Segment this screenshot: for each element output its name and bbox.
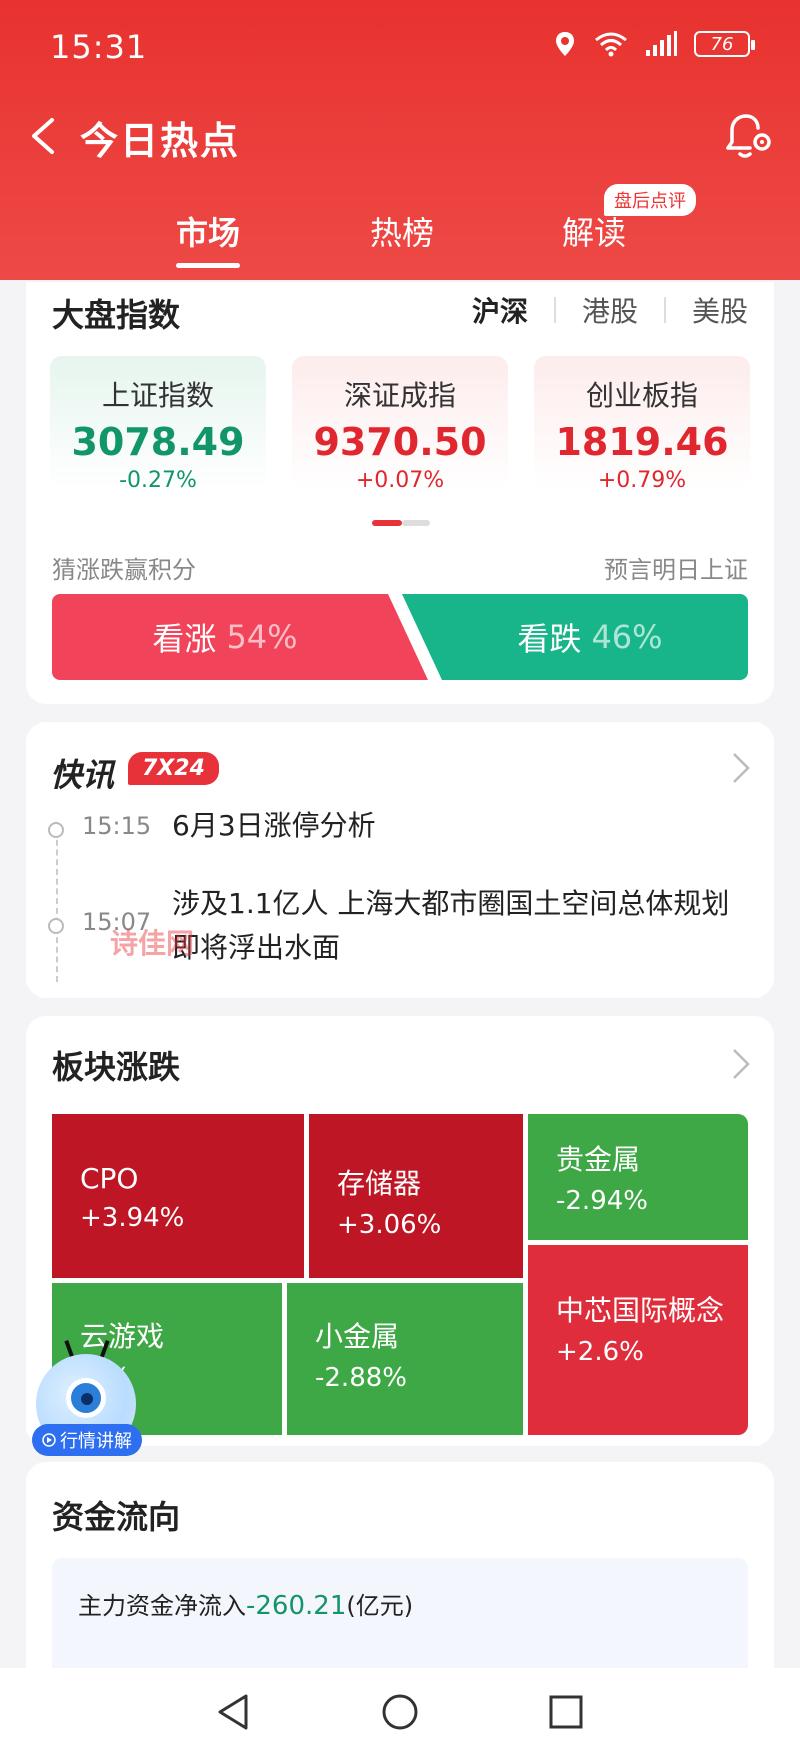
section-title: 资金流向 — [52, 1498, 181, 1536]
market-index-card: 大盘指数 沪深 港股 美股 上证指数 3078.49 -0.27% 深证成指 9… — [26, 282, 774, 704]
fund-flow-summary: 主力资金净流入-260.21(亿元) — [78, 1586, 413, 1621]
vote-up-percent: 54% — [226, 618, 298, 656]
battery-indicator: 76 — [694, 31, 755, 57]
timeline-dot — [48, 822, 64, 838]
nav-recents-icon[interactable] — [544, 1690, 588, 1734]
mascot-label-text: 行情讲解 — [60, 1431, 132, 1452]
flash-news-logo: 快讯 — [50, 756, 115, 794]
tab-market[interactable]: 市场 — [176, 208, 240, 254]
location-icon — [556, 32, 574, 56]
status-icons: 76 — [552, 30, 755, 58]
market-option-hk[interactable]: 港股 — [582, 290, 638, 330]
carousel-dot — [402, 520, 430, 526]
page-title: 今日热点 — [80, 119, 241, 163]
index-tile-shanghai[interactable]: 上证指数 3078.49 -0.27% — [50, 356, 266, 493]
index-value: 3078.49 — [71, 420, 245, 464]
play-icon — [42, 1433, 56, 1447]
sector-change: -2.94% — [556, 1186, 648, 1216]
vote-up-label: 看涨 — [152, 620, 217, 658]
tab-active-indicator — [176, 263, 240, 268]
carousel-indicator — [372, 520, 430, 526]
status-time: 15:31 — [50, 28, 148, 66]
sector-name: 小金属 — [315, 1320, 400, 1353]
nav-home-icon[interactable] — [378, 1690, 422, 1734]
market-option-shsz[interactable]: 沪深 — [472, 290, 528, 330]
signal-icon — [646, 31, 677, 56]
news-time: 15:15 — [82, 812, 152, 840]
sector-name: 贵金属 — [556, 1143, 641, 1176]
sector-tile[interactable]: 中芯国际概念 +2.6% — [528, 1245, 748, 1435]
predict-label: 预言明日上证 — [604, 556, 748, 584]
carousel-dot-active — [372, 520, 402, 526]
section-title: 板块涨跌 — [52, 1048, 181, 1086]
top-tabs: 市场 热榜 解读 盘后点评 — [0, 184, 800, 276]
index-name: 上证指数 — [101, 379, 214, 412]
timeline-line — [56, 830, 58, 982]
index-change: +0.07% — [355, 468, 445, 493]
market-option-us[interactable]: 美股 — [692, 290, 748, 330]
watermark: 诗佳网 — [110, 927, 195, 960]
market-commentary-button[interactable]: 行情讲解 — [32, 1424, 142, 1456]
mascot-pupil — [81, 1393, 93, 1405]
timeline-dot — [48, 918, 64, 934]
guess-label: 猜涨跌赢积分 — [52, 556, 196, 584]
index-change: -0.27% — [119, 468, 197, 493]
vote-up-button[interactable]: 看涨 54% — [52, 594, 428, 680]
fund-flow-unit: (亿元) — [346, 1592, 414, 1620]
status-bar: 15:31 76 — [0, 0, 800, 95]
sector-change: +3.94% — [80, 1203, 185, 1233]
chevron-right-icon[interactable] — [730, 1046, 752, 1082]
tab-hot-list[interactable]: 热榜 — [370, 208, 434, 254]
fund-flow-label: 主力资金净流入 — [78, 1592, 246, 1620]
vote-down-label: 看跌 — [517, 620, 582, 658]
flash-news-card: 快讯 7X24 15:15 6月3日涨停分析 15:07 涉及1.1亿人 上海大… — [26, 722, 774, 998]
sector-name: CPO — [80, 1162, 139, 1195]
sector-name: 存储器 — [337, 1167, 422, 1200]
tab-badge: 盘后点评 — [604, 184, 696, 216]
back-arrow-icon[interactable] — [24, 114, 64, 158]
mascot-eye — [66, 1378, 106, 1418]
flash-news-badge: 7X24 — [128, 752, 219, 785]
vote-down-percent: 46% — [591, 618, 663, 656]
sector-tile[interactable]: CPO +3.94% — [52, 1114, 304, 1278]
index-tile-shenzhen[interactable]: 深证成指 9370.50 +0.07% — [292, 356, 508, 493]
index-tile-chinext[interactable]: 创业板指 1819.46 +0.79% — [534, 356, 750, 493]
market-switcher: 沪深 港股 美股 — [472, 290, 748, 330]
notification-settings-icon[interactable] — [720, 110, 774, 162]
news-headline[interactable]: 6月3日涨停分析 — [172, 804, 752, 848]
index-change: +0.79% — [597, 468, 687, 493]
divider — [553, 297, 556, 323]
divider — [663, 297, 666, 323]
sector-tile[interactable]: 存储器 +3.06% — [309, 1114, 523, 1278]
wifi-icon — [595, 32, 627, 57]
app-header: 今日热点 — [0, 100, 800, 170]
section-title: 大盘指数 — [52, 296, 181, 334]
news-headline[interactable]: 涉及1.1亿人 上海大都市圈国土空间总体规划即将浮出水面 — [172, 882, 752, 970]
sector-change: -2.88% — [315, 1363, 407, 1393]
index-value: 9370.50 — [313, 420, 487, 464]
index-name: 深证成指 — [343, 379, 456, 412]
system-nav-bar — [0, 1668, 800, 1758]
sector-change: +2.6% — [556, 1337, 644, 1367]
vote-down-button[interactable]: 看跌 46% — [402, 594, 748, 680]
sector-tile[interactable]: 贵金属 -2.94% — [528, 1114, 748, 1240]
sector-tile[interactable]: 小金属 -2.88% — [287, 1283, 523, 1435]
index-value: 1819.46 — [555, 420, 729, 464]
fund-flow-value: -260.21 — [246, 1591, 347, 1621]
index-name: 创业板指 — [585, 379, 698, 412]
chevron-right-icon[interactable] — [730, 750, 752, 786]
nav-back-icon[interactable] — [212, 1690, 256, 1734]
sector-change: +3.06% — [337, 1210, 442, 1240]
sector-name: 中芯国际概念 — [556, 1294, 725, 1327]
